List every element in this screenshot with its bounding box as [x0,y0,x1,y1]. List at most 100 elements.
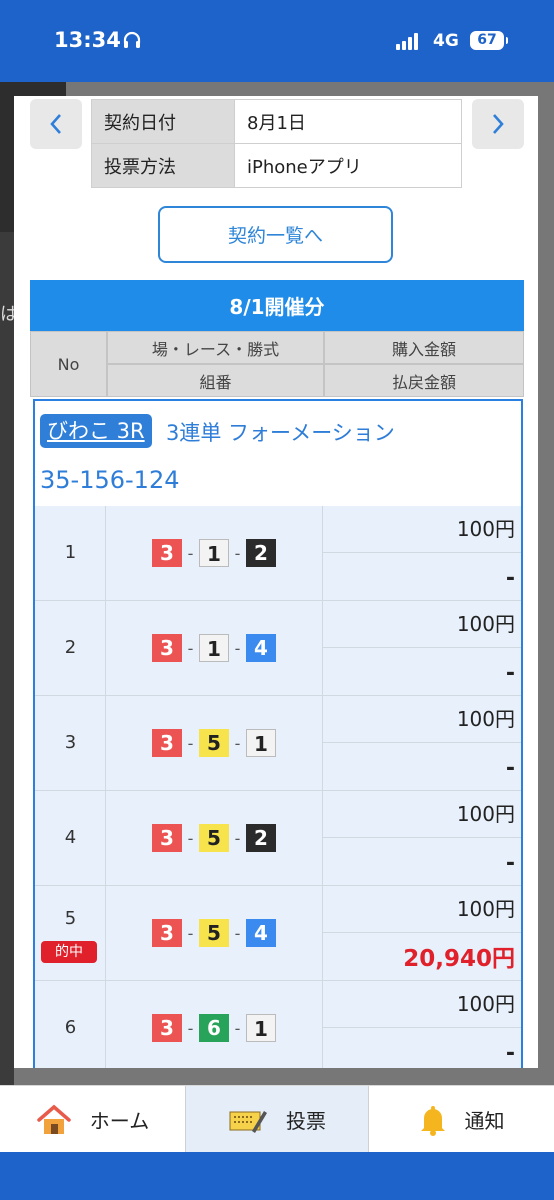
boat-number-box: 3 [152,729,182,757]
purchase-amount: 100円 [323,791,521,838]
network-label: 4G [433,31,459,51]
col-combo-header: 組番 [107,364,324,397]
combo-separator: - [187,638,194,658]
row-combination: 3-5-2 [106,791,323,886]
row-no-cell: 2 [35,601,106,696]
boat-number-box: 1 [246,1014,276,1042]
col-no-header: No [30,331,107,397]
boat-number-box: 1 [246,729,276,757]
boat-number-box: 3 [152,539,182,567]
tab-home[interactable]: ホーム [0,1086,185,1153]
tab-notice[interactable]: 通知 [369,1086,554,1153]
boat-number-box: 6 [199,1014,229,1042]
backdrop-left-panel [0,82,14,1085]
row-combination: 3-1-4 [106,601,323,696]
bet-combination: 35-156-124 [40,466,180,494]
boat-number-box: 5 [199,729,229,757]
boat-number-box: 3 [152,919,182,947]
col-purchase-header: 購入金額 [324,331,524,364]
boat-number-box: 2 [246,824,276,852]
contract-list-button[interactable]: 契約一覧へ [158,206,393,263]
table-row: 1 3-1-2 100円 - [35,506,521,601]
purchase-amount: 100円 [323,601,521,648]
combo-separator: - [234,638,241,658]
purchase-amount: 100円 [323,981,521,1028]
purchase-amount: 100円 [323,506,521,553]
battery-icon: 67 [470,31,508,50]
boat-number-box: 3 [152,634,182,662]
combo-separator: - [234,543,241,563]
contract-detail-modal: 契約日付 8月1日 投票方法 iPhoneアプリ 契約一覧へ 8/1開催分 No… [14,96,538,1068]
payout-amount: - [323,553,521,601]
bell-icon [420,1105,445,1136]
row-number: 6 [64,1017,77,1038]
row-number: 2 [64,637,77,658]
table-row: 6 3-6-1 100円 - [35,981,521,1068]
row-number: 3 [64,732,77,753]
column-headers: No 場・レース・勝式 購入金額 組番 払戻金額 [30,331,524,397]
prev-button[interactable] [30,99,82,149]
venue-race-link[interactable]: びわこ 3R [40,414,152,448]
table-row: 3 3-5-1 100円 - [35,696,521,791]
ticket-card: びわこ 3R 3連単 フォーメーション 35-156-124 1 3-1-2 100… [33,399,523,1068]
table-row: 4 3-5-2 100円 - [35,791,521,886]
chevron-left-icon [50,114,61,134]
combo-separator: - [234,1018,241,1038]
boat-number-box: 5 [199,919,229,947]
payout-amount: - [323,743,521,791]
boat-number-box: 1 [199,539,229,567]
payout-amount: - [323,838,521,886]
status-bar: 13:34 4G 67 [0,0,554,82]
chevron-right-icon [493,114,504,134]
payout-amount: - [323,648,521,696]
boat-number-box: 5 [199,824,229,852]
table-row: 5 的中 3-5-4 100円 20,940円 [35,886,521,981]
headphones-icon [123,31,141,48]
combo-separator: - [187,1018,194,1038]
combo-separator: - [187,733,194,753]
combo-separator: - [187,923,194,943]
table-row: 2 3-1-4 100円 - [35,601,521,696]
row-no-cell: 4 [35,791,106,886]
next-button[interactable] [472,99,524,149]
boat-number-box: 3 [152,1014,182,1042]
vote-method-label: 投票方法 [91,143,235,188]
combo-separator: - [234,828,241,848]
row-no-cell: 5 的中 [35,886,106,981]
boat-number-box: 2 [246,539,276,567]
col-race-header: 場・レース・勝式 [107,331,324,364]
row-no-cell: 1 [35,506,106,601]
boat-number-box: 4 [246,634,276,662]
bet-type: 3連単 フォーメーション [166,421,395,445]
contract-date-label: 契約日付 [91,99,235,144]
col-payout-header: 払戻金額 [324,364,524,397]
row-combination: 3-6-1 [106,981,323,1068]
boat-number-box: 3 [152,824,182,852]
hit-badge: 的中 [41,941,97,963]
row-no-cell: 6 [35,981,106,1068]
tab-home-label: ホーム [89,1109,150,1133]
combo-separator: - [187,543,194,563]
tab-vote-label: 投票 [286,1109,326,1133]
boat-number-box: 4 [246,919,276,947]
ticket-pencil-icon [229,1110,267,1133]
tab-vote[interactable]: 投票 [185,1086,369,1153]
row-no-cell: 3 [35,696,106,791]
vote-method-row: 投票方法 iPhoneアプリ [91,143,462,188]
row-number: 4 [64,827,77,848]
row-combination: 3-1-2 [106,506,323,601]
vote-method-value: iPhoneアプリ [234,143,462,188]
row-combination: 3-5-4 [106,886,323,981]
combo-separator: - [234,733,241,753]
battery-level: 67 [477,32,497,48]
contract-date-row: 契約日付 8月1日 [91,99,462,144]
purchase-amount: 100円 [323,886,521,933]
row-combination: 3-5-1 [106,696,323,791]
contract-date-value: 8月1日 [234,99,462,144]
section-title: 8/1開催分 [30,280,524,331]
row-number: 1 [64,542,77,563]
payout-amount: - [323,1028,521,1068]
payout-amount: 20,940円 [323,933,521,981]
row-number: 5 [64,908,77,929]
combo-separator: - [187,828,194,848]
